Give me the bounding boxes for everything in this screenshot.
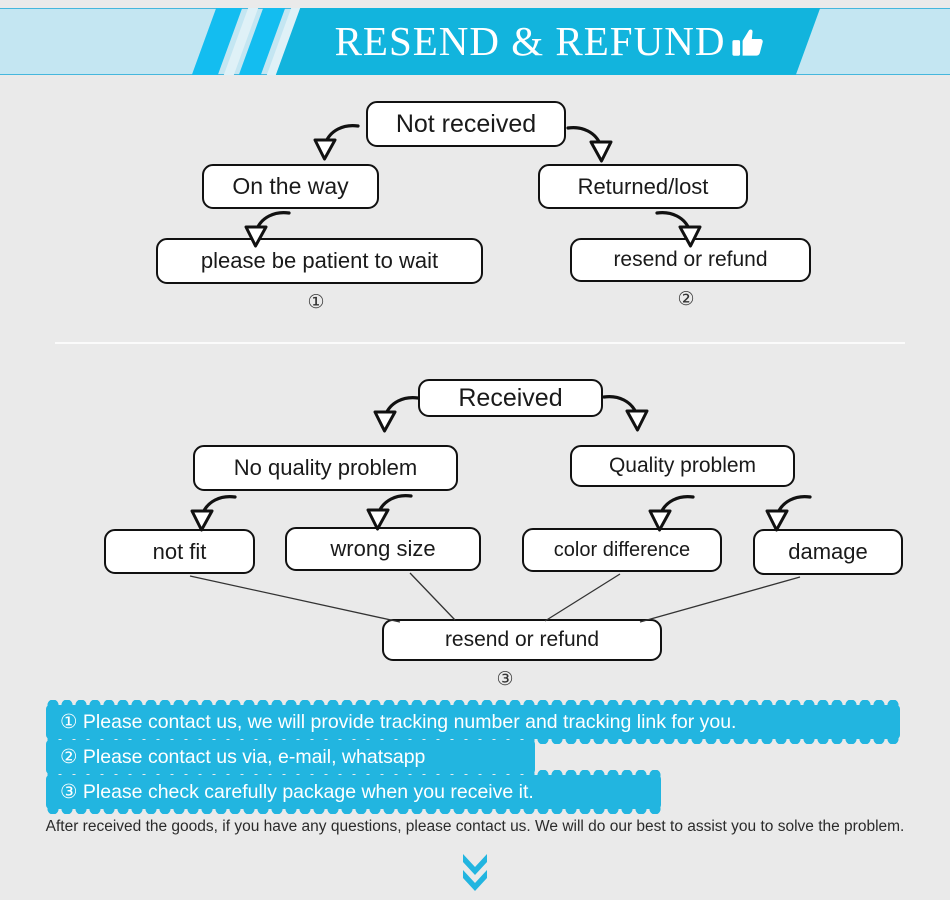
flow-box-wrong-size: wrong size <box>285 527 481 571</box>
marker-three: ③ <box>496 668 514 690</box>
header-banner: RESEND & REFUND <box>0 0 950 82</box>
arrow-not-received-to-on-the-way <box>313 124 360 161</box>
flow-box-resend-or-refund-1: resend or refund <box>570 238 811 282</box>
flow-box-received: Received <box>418 379 603 417</box>
page-title: RESEND & REFUND <box>334 18 726 64</box>
arrow-received-to-no-quality <box>373 396 420 433</box>
header-title-group: RESEND & REFUND <box>300 8 800 75</box>
flow-box-resend-or-refund-2: resend or refund <box>382 619 662 661</box>
arrow-no-quality-to-wrong-size <box>366 494 413 531</box>
flow-box-returned-lost: Returned/lost <box>538 164 748 209</box>
marker-one: ① <box>307 291 325 313</box>
note-item-3: ③ Please check carefully package when yo… <box>60 780 534 803</box>
flow-box-be-patient: please be patient to wait <box>156 238 483 284</box>
flow-box-not-received: Not received <box>366 101 566 147</box>
flow-box-on-the-way: On the way <box>202 164 379 209</box>
thumbs-up-icon <box>732 29 764 56</box>
arrow-no-quality-to-not-fit <box>190 495 237 532</box>
footer-text: After received the goods, if you have an… <box>45 818 905 835</box>
arrow-received-to-quality <box>602 395 649 432</box>
flow-box-no-quality-problem: No quality problem <box>193 445 458 491</box>
notes-block: ① Please contact us, we will provide tra… <box>46 700 916 814</box>
flow-box-quality-problem: Quality problem <box>570 445 795 487</box>
note-item-1: ① Please contact us, we will provide tra… <box>60 710 737 733</box>
marker-two: ② <box>677 288 695 310</box>
flow-box-damage: damage <box>753 529 903 575</box>
note-item-2: ② Please contact us via, e-mail, whatsap… <box>60 745 426 768</box>
arrow-not-received-to-returned <box>566 126 613 163</box>
flow-box-color-difference: color difference <box>522 528 722 572</box>
converging-lines <box>189 572 801 623</box>
chevron-double-down-icon <box>463 854 487 891</box>
section-divider <box>55 342 905 344</box>
arrow-quality-to-damage <box>765 495 812 532</box>
flow-box-not-fit: not fit <box>104 529 255 574</box>
arrow-quality-to-color-difference <box>648 495 695 532</box>
